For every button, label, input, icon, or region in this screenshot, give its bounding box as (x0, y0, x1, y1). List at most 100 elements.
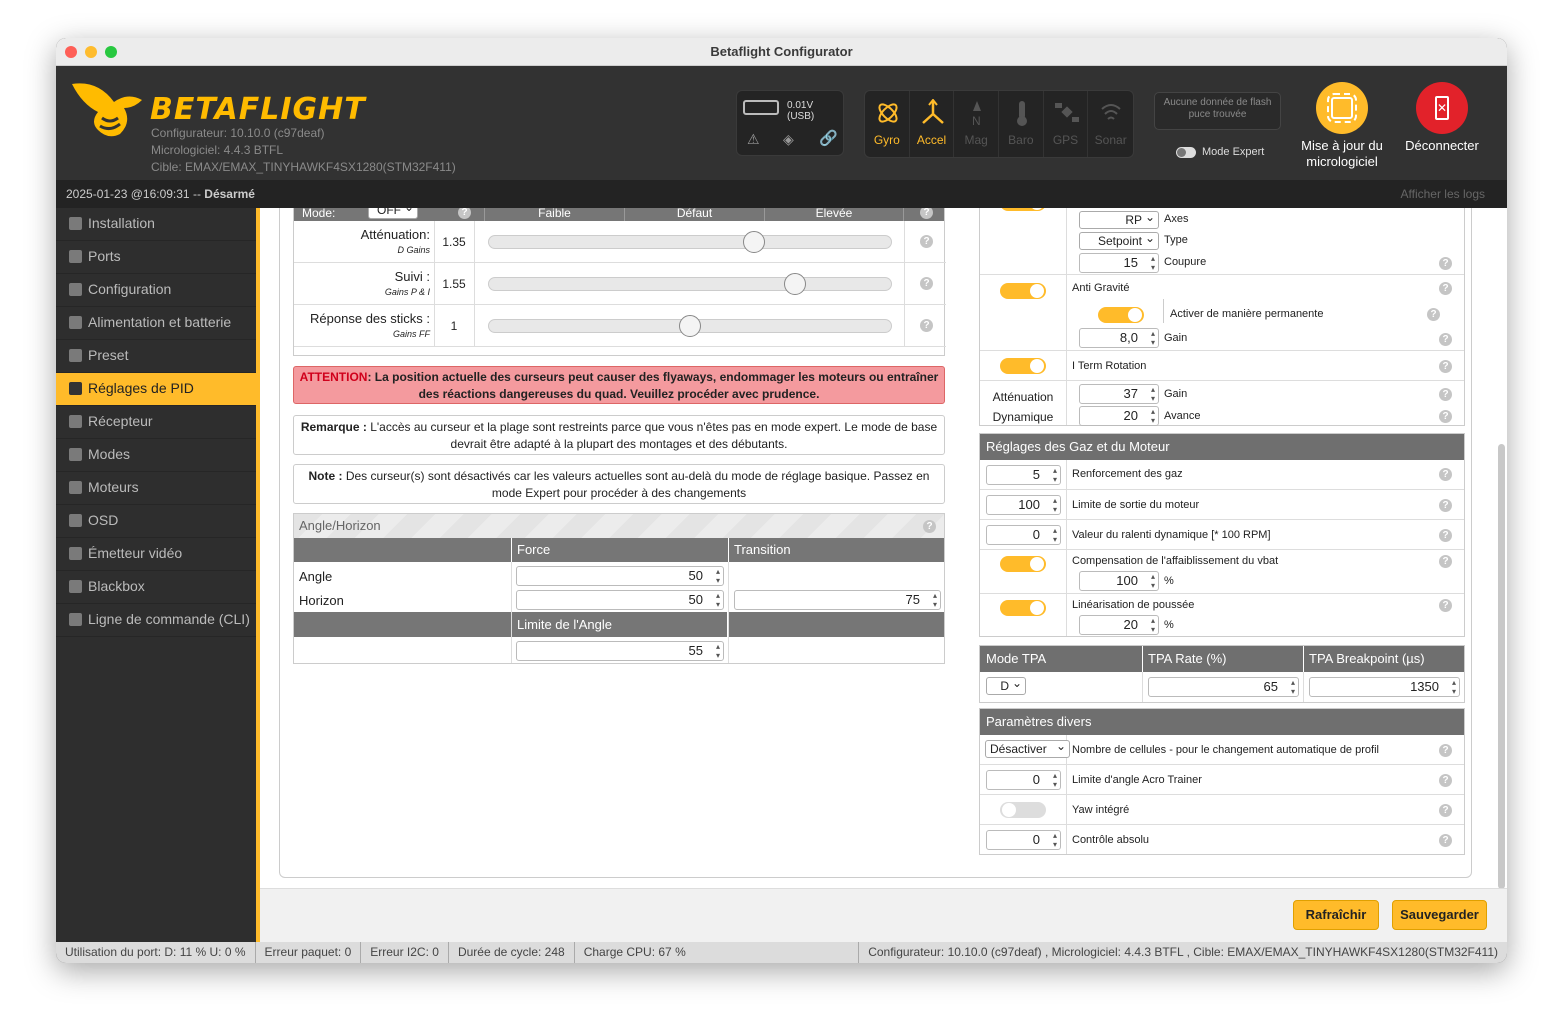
slider-track[interactable] (488, 315, 892, 337)
terminal-icon (69, 613, 82, 626)
iterm-rotation-toggle[interactable] (1000, 358, 1046, 374)
help-icon[interactable]: ? (1439, 774, 1452, 787)
link-icon: 🔗 (819, 130, 838, 147)
pid-icon (69, 382, 82, 395)
type-select[interactable]: Setpoint (1079, 230, 1159, 250)
sidebar-item-blackbox[interactable]: Blackbox (56, 571, 256, 604)
integrated-yaw-toggle[interactable] (1000, 802, 1046, 818)
scrollbar-thumb[interactable] (1498, 444, 1505, 889)
sidebar-item-r-cepteur[interactable]: Récepteur (56, 406, 256, 439)
slider-handle[interactable] (679, 315, 701, 337)
angle-limit-input[interactable]: 55 (516, 641, 724, 661)
sidebar-item-moteurs[interactable]: Moteurs (56, 472, 256, 505)
sidebar-item-ligne-de-commande-cli-[interactable]: Ligne de commande (CLI) (56, 604, 256, 637)
help-icon[interactable]: ? (1439, 555, 1452, 568)
horizon-transition-input[interactable]: 75 (734, 590, 941, 610)
help-icon[interactable]: ? (458, 208, 471, 219)
sidebar-item-configuration[interactable]: Configuration (56, 274, 256, 307)
target-name: Cible: EMAX/EMAX_TINYHAWKF4SX1280(STM32F… (151, 160, 456, 174)
firmware-update-button[interactable]: Mise à jour du micrologiciel (1294, 82, 1390, 170)
help-icon[interactable]: ? (920, 319, 933, 332)
slider-mode-select[interactable]: OFF (368, 208, 418, 219)
help-icon[interactable]: ? (1439, 410, 1452, 423)
close-window-button[interactable] (65, 46, 77, 58)
axes-select[interactable]: RP (1079, 209, 1159, 229)
horizon-force-input[interactable]: 50 (516, 590, 724, 610)
sidebar-item-label: OSD (88, 512, 119, 528)
vbat-comp-toggle[interactable] (1000, 556, 1046, 572)
help-icon[interactable]: ? (920, 277, 933, 290)
sidebar-item--metteur-vid-o[interactable]: Émetteur vidéo (56, 538, 256, 571)
help-icon[interactable]: ? (1439, 499, 1452, 512)
absolute-control-input[interactable]: 0 (986, 830, 1061, 850)
sidebar-item-r-glages-de-pid[interactable]: Réglages de PID (56, 373, 256, 406)
dyn-gain-input[interactable]: 37 (1079, 384, 1159, 404)
tpa-breakpoint-input[interactable]: 1350 (1309, 677, 1460, 697)
help-icon[interactable]: ? (920, 208, 933, 219)
thrust-linear-toggle[interactable] (1000, 600, 1046, 616)
battery-panel: 0.01V (USB) ⚠ ◈ 🔗 (736, 90, 844, 156)
cutoff-input[interactable]: 15 (1079, 253, 1159, 273)
sidebar-item-installation[interactable]: Installation (56, 208, 256, 241)
help-icon[interactable]: ? (1427, 308, 1440, 321)
refresh-button[interactable]: Rafraîchir (1293, 900, 1379, 930)
expert-switch[interactable] (1176, 146, 1196, 158)
help-icon[interactable]: ? (1439, 282, 1452, 295)
show-logs-link[interactable]: Afficher les logs (1401, 180, 1486, 208)
help-icon[interactable]: ? (1439, 257, 1452, 270)
tpa-mode-select[interactable]: D (986, 675, 1026, 695)
acro-trainer-input[interactable]: 0 (986, 770, 1061, 790)
help-icon[interactable]: ? (1439, 360, 1452, 373)
help-icon[interactable]: ? (1439, 834, 1452, 847)
sidebar-item-label: Ports (88, 248, 121, 264)
window-title: Betaflight Configurator (710, 44, 853, 59)
sidebar-item-label: Moteurs (88, 479, 139, 495)
slider-handle[interactable] (743, 231, 766, 253)
sidebar-item-alimentation-et-batterie[interactable]: Alimentation et batterie (56, 307, 256, 340)
sidebar-item-label: Preset (88, 347, 129, 363)
vbat-comp-input[interactable]: 100 (1079, 571, 1159, 591)
help-icon[interactable]: ? (1439, 468, 1452, 481)
expert-mode-toggle[interactable]: Mode Expert (1176, 146, 1264, 158)
permanent-toggle[interactable] (1098, 307, 1144, 323)
slider-handle[interactable] (783, 273, 806, 295)
header: BETAFLIGHT Configurateur: 10.10.0 (c97de… (56, 66, 1507, 180)
port-usage: Utilisation du port: D: 11 % U: 0 % (56, 942, 256, 963)
slider-table: Mode: OFF ? Faible Défaut Élevée ? Attén… (293, 208, 946, 356)
help-icon[interactable]: ? (1439, 744, 1452, 757)
throttle-boost-input[interactable]: 5 (986, 465, 1061, 485)
ag-gain-input[interactable]: 8,0 (1079, 328, 1159, 348)
help-icon[interactable]: ? (1439, 529, 1452, 542)
slider-track[interactable] (488, 231, 892, 253)
help-icon[interactable]: ? (1439, 804, 1452, 817)
help-icon[interactable]: ? (1439, 333, 1452, 346)
vtx-icon (69, 547, 82, 560)
sidebar-item-osd[interactable]: OSD (56, 505, 256, 538)
save-button[interactable]: Sauvegarder (1392, 900, 1487, 930)
thrust-linear-input[interactable]: 20 (1079, 615, 1159, 635)
help-icon[interactable]: ? (1439, 599, 1452, 612)
anti-gravity-toggle[interactable] (1000, 283, 1046, 299)
sidebar-item-label: Ligne de commande (CLI) (88, 611, 250, 627)
help-icon[interactable]: ? (920, 235, 933, 248)
sidebar-item-ports[interactable]: Ports (56, 241, 256, 274)
dyn-advance-input[interactable]: 20 (1079, 406, 1159, 426)
help-icon[interactable]: ? (1439, 388, 1452, 401)
motor-limit-input[interactable]: 100 (986, 495, 1061, 515)
filter-toggle[interactable] (1000, 208, 1046, 211)
sidebar-item-modes[interactable]: Modes (56, 439, 256, 472)
minimize-window-button[interactable] (85, 46, 97, 58)
cell-count-select[interactable]: Désactiver (985, 738, 1070, 758)
dynamic-idle-input[interactable]: 0 (986, 525, 1061, 545)
sidebar-item-preset[interactable]: Preset (56, 340, 256, 373)
help-icon[interactable]: ? (923, 520, 936, 533)
angle-label: Angle (299, 569, 333, 584)
slider-track[interactable] (488, 273, 892, 295)
col-transition: Transition (728, 538, 791, 562)
scrollbar[interactable] (1498, 208, 1505, 942)
tpa-rate-input[interactable]: 65 (1148, 677, 1299, 697)
pid-controller-settings: RPAxes SetpointType 15Coupure ? Anti Gra… (979, 208, 1465, 426)
disconnect-button[interactable]: ✕ Déconnecter (1398, 82, 1486, 154)
angle-force-input[interactable]: 50 (516, 566, 724, 586)
zoom-window-button[interactable] (105, 46, 117, 58)
